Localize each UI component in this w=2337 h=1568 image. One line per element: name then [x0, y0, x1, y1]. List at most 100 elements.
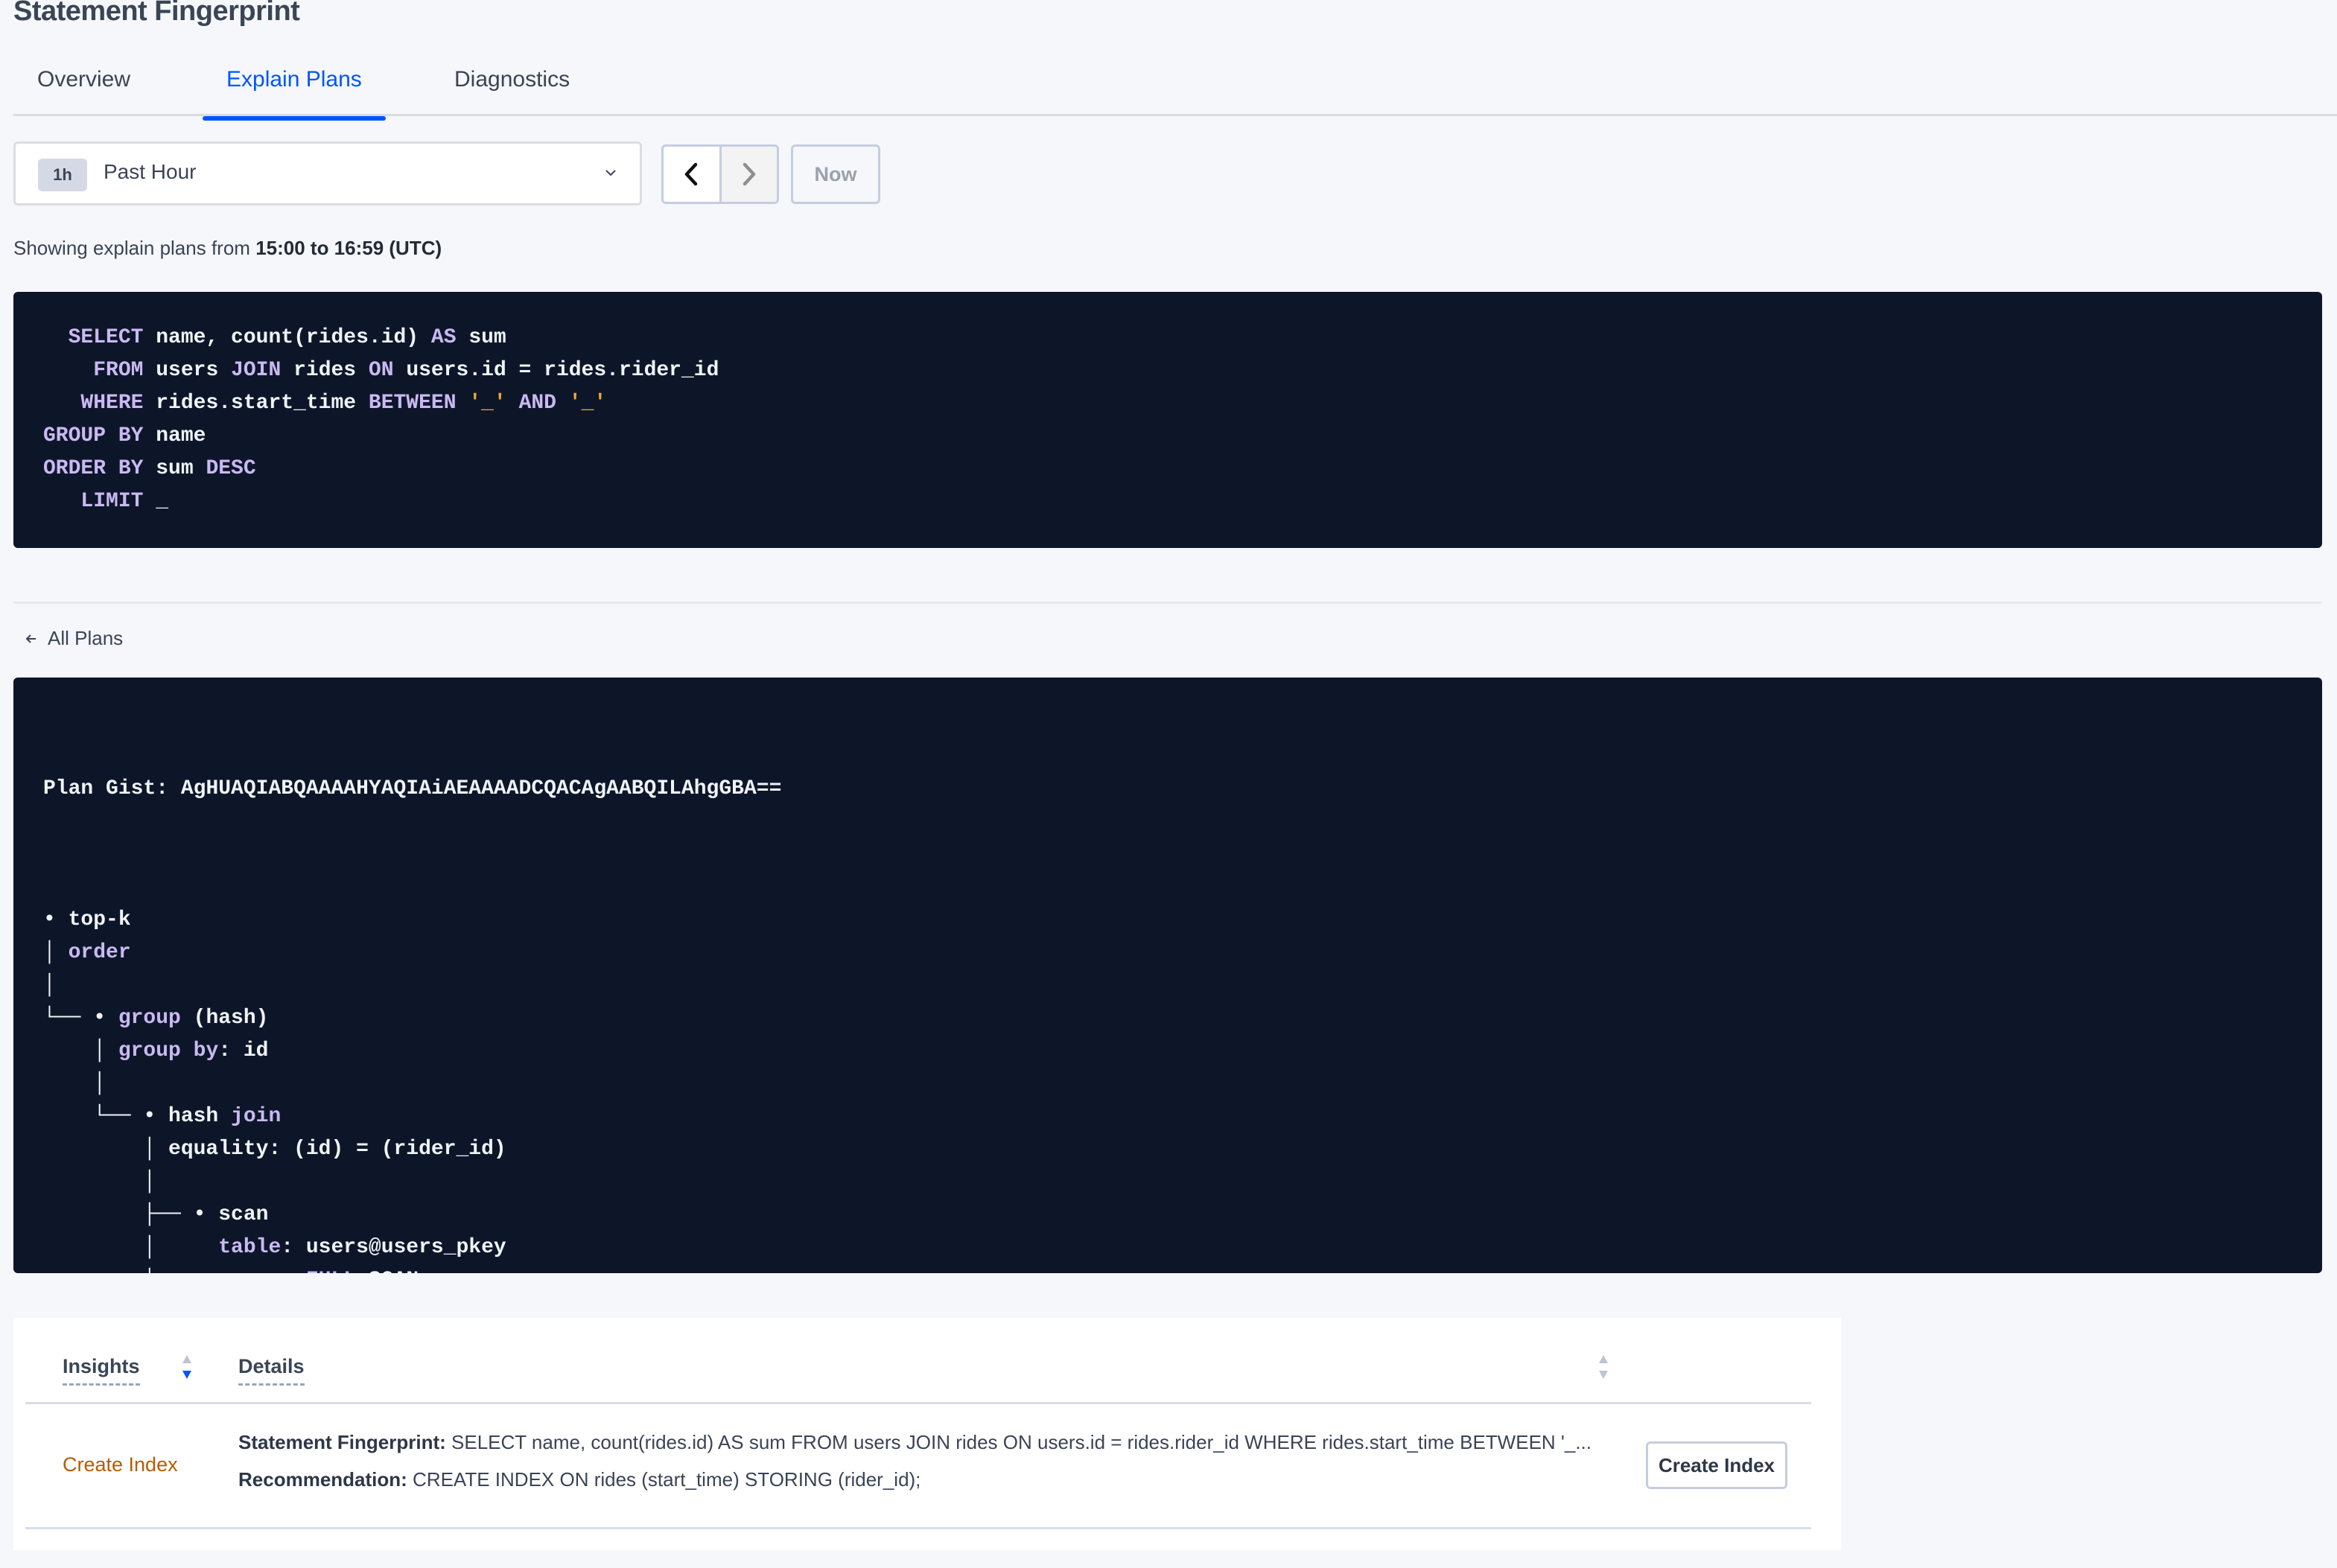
statement-fingerprint-detail: Statement Fingerprint: SELECT name, coun…: [238, 1431, 1592, 1454]
tab-bar: Overview Explain Plans Diagnostics: [13, 45, 2337, 121]
time-nav-group: [661, 144, 779, 204]
keyword-token: table: [218, 1236, 282, 1259]
all-plans-back-link[interactable]: All Plans: [25, 627, 123, 650]
code-token: │ spans:: [43, 1269, 306, 1273]
code-token: │: [43, 974, 56, 997]
insights-table: Insights Details Create Index Statement …: [13, 1318, 1841, 1550]
chevron-right-icon: [743, 162, 755, 186]
plan-gist-label: Plan Gist:: [43, 777, 169, 800]
plan-line: │ group by: id: [43, 1035, 2322, 1068]
keyword-token: WHERE: [80, 392, 144, 415]
code-token: : id: [218, 1039, 269, 1062]
range-value: 15:00 to 16:59 (UTC): [255, 237, 442, 259]
plan-line: │ table: users@users_pkey: [43, 1231, 2322, 1264]
sort-descending-icon[interactable]: [180, 1354, 194, 1380]
plan-line: └── • hash join: [43, 1100, 2322, 1133]
code-token: └── • hash: [43, 1105, 232, 1128]
code-token: _: [143, 490, 169, 513]
column-header-details[interactable]: Details: [238, 1355, 305, 1386]
code-token: rides: [281, 359, 369, 382]
plan-gist-line: Plan Gist: AgHUAQIABQAAAAHYAQIAiAEAAAADC…: [43, 773, 2322, 806]
time-range-value: Past Hour: [104, 160, 197, 183]
recommendation-value: CREATE INDEX ON rides (start_time) STORI…: [407, 1468, 921, 1491]
keyword-token: FULL: [306, 1269, 356, 1273]
code-token: name, count(rides.id): [143, 326, 431, 349]
code-token: name: [143, 424, 206, 447]
range-prefix: Showing explain plans from: [13, 237, 256, 259]
sort-icon[interactable]: [1597, 1354, 1610, 1380]
code-token: (hash): [180, 1007, 269, 1030]
plan-tree: • top-k │ order │ └── • group (hash) │ grou…: [43, 871, 2322, 1273]
now-button[interactable]: Now: [791, 144, 880, 204]
keyword-token: FROM: [93, 359, 144, 382]
create-index-button[interactable]: Create Index: [1646, 1441, 1787, 1489]
tab-overview[interactable]: Overview: [13, 67, 154, 116]
keyword-token: SELECT: [68, 326, 144, 349]
code-token: users.id = rides.rider_id: [393, 359, 719, 382]
table-header: Insights Details: [25, 1318, 1811, 1404]
sql-line: ORDER BY sum DESC: [43, 453, 2322, 485]
keyword-token: ORDER BY: [43, 457, 144, 480]
plan-line: [43, 871, 2322, 904]
plan-line: • top-k: [43, 904, 2322, 937]
tab-explain-plans[interactable]: Explain Plans: [203, 67, 386, 121]
explain-plan-block: Plan Gist: AgHUAQIABQAAAAHYAQIAiAEAAAADC…: [13, 678, 2322, 1273]
sql-statement-block: SELECT name, count(rides.id) AS sum FROM…: [13, 292, 2322, 548]
sql-line: LIMIT _: [43, 485, 2322, 518]
plan-line: │ spans: FULL SCAN: [43, 1264, 2322, 1273]
fingerprint-value: SELECT name, count(rides.id) AS sum FROM…: [445, 1431, 1592, 1453]
recommendation-label: Recommendation:: [238, 1468, 407, 1491]
code-token: │: [43, 1170, 156, 1193]
sql-line: SELECT name, count(rides.id) AS sum: [43, 322, 2322, 354]
keyword-token: ON: [368, 359, 394, 382]
code-token: └── •: [43, 1007, 118, 1030]
sql-line: FROM users JOIN rides ON users.id = ride…: [43, 354, 2322, 387]
plan-line: └── • group (hash): [43, 1002, 2322, 1035]
plan-line: │: [43, 1166, 2322, 1199]
code-token: rides.start_time: [143, 392, 369, 415]
next-range-button[interactable]: [719, 147, 777, 202]
code-token: sum: [143, 457, 206, 480]
table-row: Create Index Statement Fingerprint: SELE…: [25, 1404, 1811, 1529]
time-range-badge: 1h: [38, 159, 87, 191]
column-header-insights[interactable]: Insights: [63, 1355, 140, 1386]
plan-line: ├── • scan: [43, 1199, 2322, 1231]
time-range-select[interactable]: 1h Past Hour: [13, 141, 642, 205]
code-token: : users@users_pkey: [281, 1236, 506, 1259]
keyword-token: JOIN: [231, 359, 282, 382]
fingerprint-label: Statement Fingerprint:: [238, 1431, 446, 1453]
insight-type: Create Index: [63, 1453, 178, 1476]
string-token: '_': [468, 392, 506, 415]
code-token: SCAN: [356, 1269, 419, 1273]
code-token: • top-k: [43, 908, 131, 931]
page-title: Statement Fingerprint: [13, 0, 300, 27]
recommendation-detail: Recommendation: CREATE INDEX ON rides (s…: [238, 1468, 921, 1491]
previous-range-button[interactable]: [664, 147, 719, 202]
section-divider: [13, 602, 2322, 604]
sql-line: GROUP BY name: [43, 420, 2322, 453]
keyword-token: DESC: [206, 457, 256, 480]
code-token: │: [43, 1072, 106, 1095]
keyword-token: order: [68, 941, 131, 964]
chevron-left-icon: [685, 162, 698, 186]
keyword-token: AS: [430, 326, 457, 349]
plan-gist-value: AgHUAQIABQAAAAHYAQIAiAEAAAADCQACAgAABQIL…: [180, 777, 782, 800]
all-plans-label: All Plans: [48, 627, 124, 649]
code-token: ├── • scan: [43, 1203, 269, 1226]
string-token: '_': [568, 392, 607, 415]
plan-line: │ order: [43, 937, 2322, 969]
keyword-token: group: [118, 1007, 181, 1030]
code-token: │ equality: (id) = (rider_id): [43, 1138, 506, 1161]
code-token: │: [43, 1236, 219, 1259]
plan-line: │: [43, 969, 2322, 1002]
chevron-down-icon: [605, 170, 616, 176]
keyword-token: BETWEEN: [368, 392, 457, 415]
tab-diagnostics[interactable]: Diagnostics: [430, 67, 594, 116]
